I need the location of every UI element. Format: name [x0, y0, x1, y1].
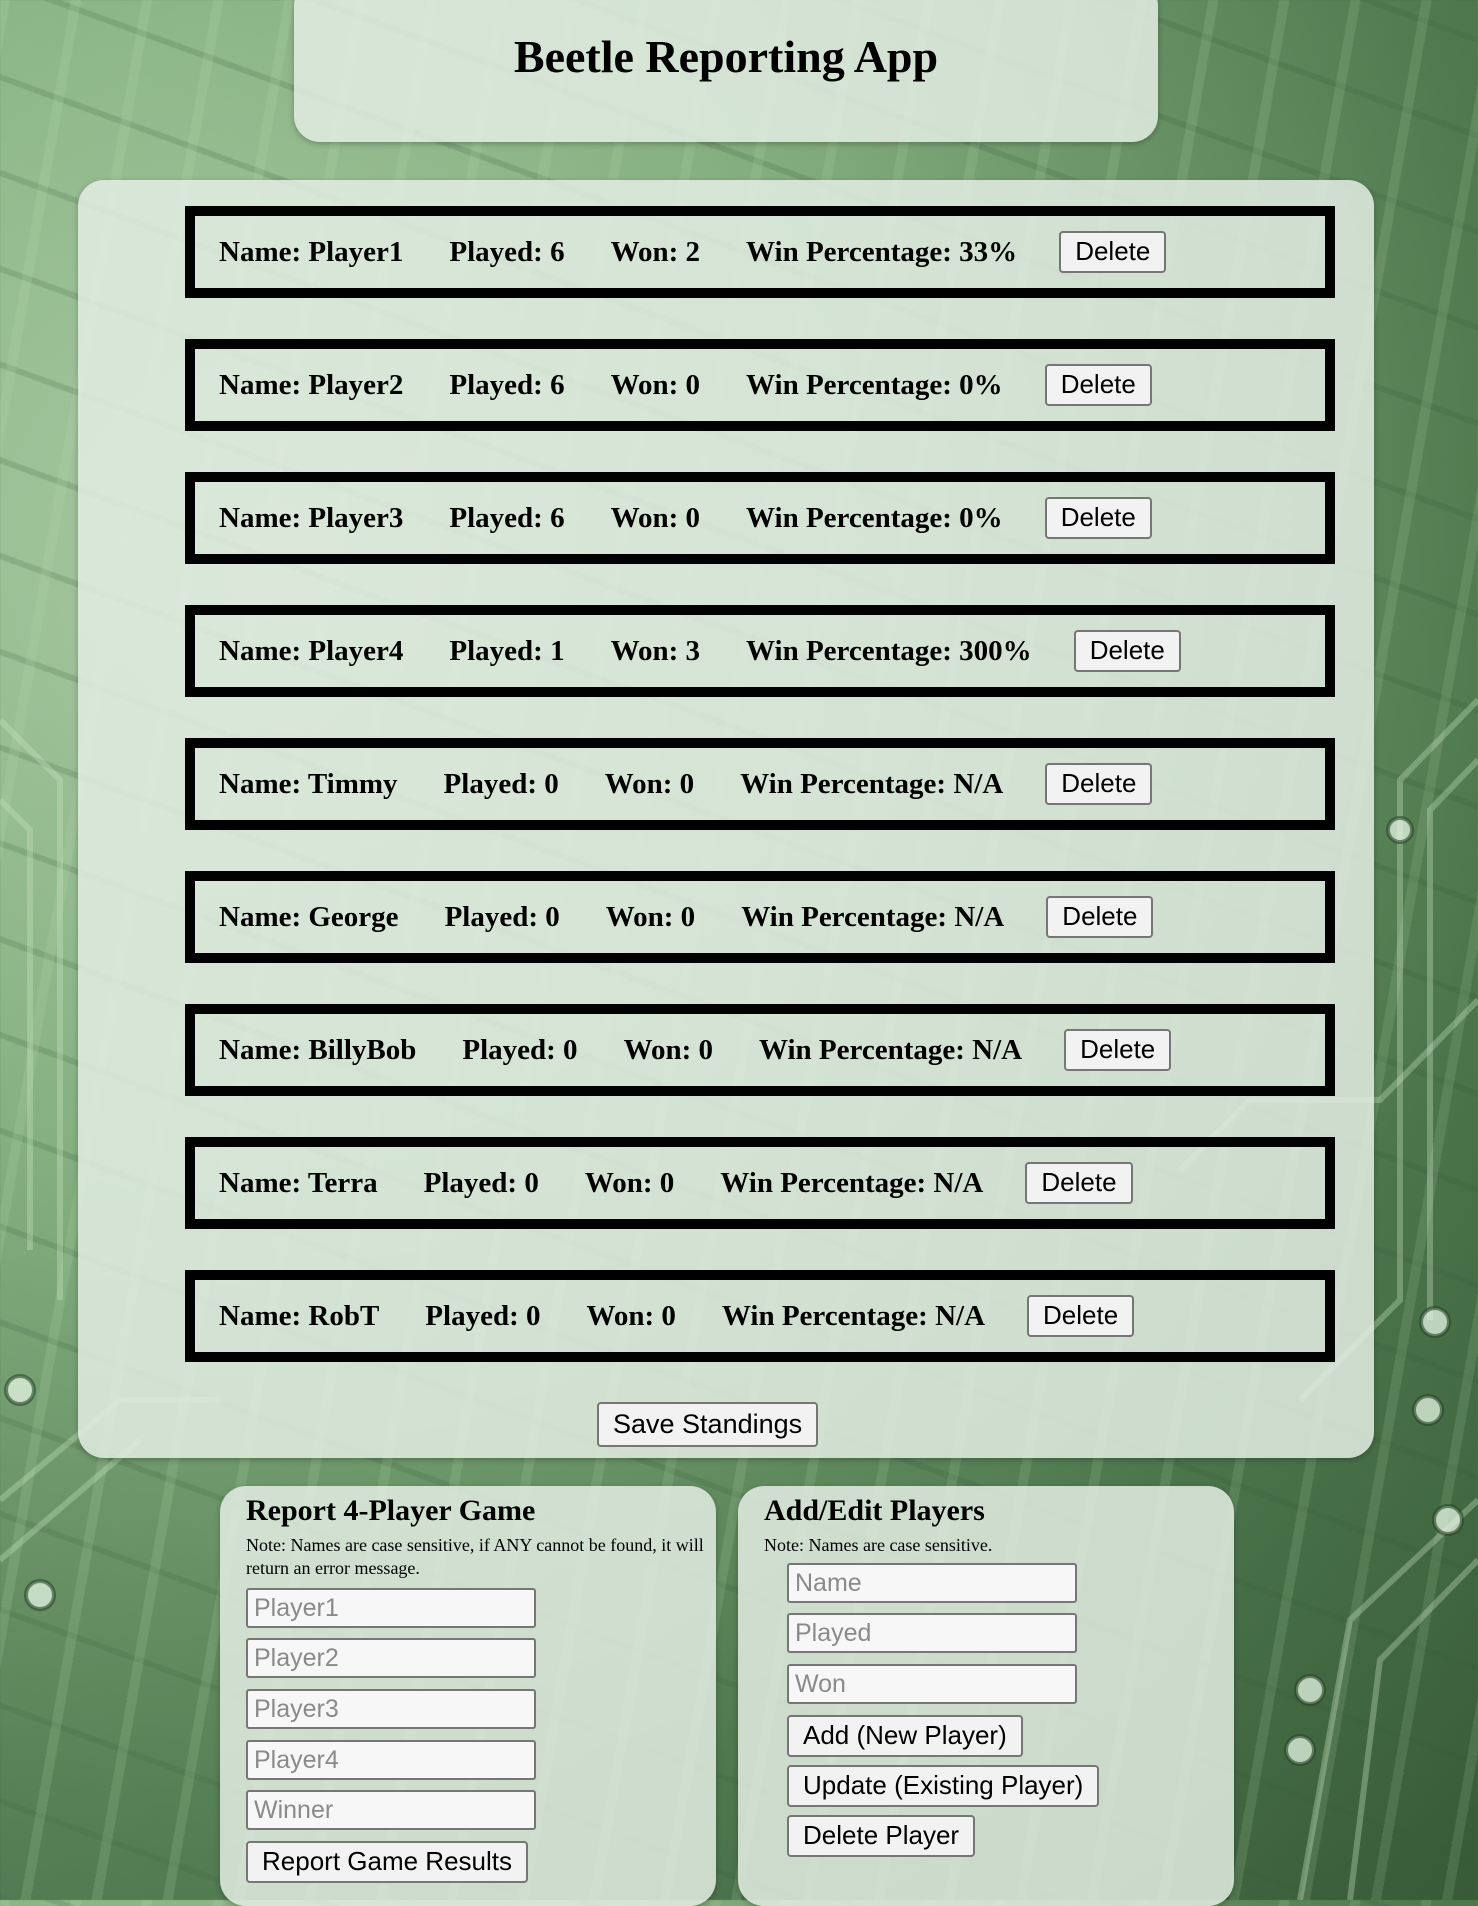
add-new-player-button[interactable]: Add (New Player)	[787, 1715, 1023, 1757]
player-name: Name: Terra	[219, 1166, 378, 1199]
player-name: Name: Player1	[219, 235, 404, 268]
player-name: Name: RobT	[219, 1299, 380, 1332]
player-win-percentage: Win Percentage: 300%	[746, 634, 1032, 667]
player-row: Name: George Played: 0 Won: 0 Win Percen…	[185, 871, 1335, 963]
delete-button[interactable]: Delete	[1044, 364, 1152, 406]
player-won: Won: 0	[605, 900, 696, 933]
player3-input[interactable]	[246, 1689, 536, 1729]
player-row: Name: Player3 Played: 6 Won: 0 Win Perce…	[185, 472, 1335, 564]
player-won: Won: 0	[610, 501, 701, 534]
report-game-panel: Report 4-Player Game Note: Names are cas…	[220, 1486, 716, 1906]
add-edit-players-panel: Add/Edit Players Note: Names are case se…	[738, 1486, 1234, 1906]
app-title: Beetle Reporting App	[513, 31, 939, 82]
player-played: Played: 0	[462, 1033, 578, 1066]
player1-input[interactable]	[246, 1588, 536, 1628]
update-existing-player-button[interactable]: Update (Existing Player)	[787, 1765, 1100, 1807]
player-win-percentage: Win Percentage: 0%	[746, 501, 1003, 534]
winner-input[interactable]	[246, 1790, 536, 1830]
player-name: Name: Player2	[219, 368, 404, 401]
delete-button[interactable]: Delete	[1046, 896, 1154, 938]
player-row: Name: BillyBob Played: 0 Won: 0 Win Perc…	[185, 1004, 1335, 1096]
player-row: Name: Player2 Played: 6 Won: 0 Win Perce…	[185, 339, 1335, 431]
player-won: Won: 0	[610, 368, 701, 401]
player-win-percentage: Win Percentage: N/A	[759, 1033, 1023, 1066]
report-game-title: Report 4-Player Game	[246, 1494, 536, 1527]
report-game-note: Note: Names are case sensitive, if ANY c…	[246, 1535, 704, 1578]
player-won: Won: 3	[610, 634, 701, 667]
player-win-percentage: Win Percentage: N/A	[740, 767, 1004, 800]
player-win-percentage: Win Percentage: N/A	[720, 1166, 984, 1199]
player-row: Name: Player4 Played: 1 Won: 3 Win Perce…	[185, 605, 1335, 697]
add-edit-players-title: Add/Edit Players	[764, 1494, 985, 1527]
player-played: Played: 6	[449, 368, 565, 401]
player-row: Name: Terra Played: 0 Won: 0 Win Percent…	[185, 1137, 1335, 1229]
player-won: Won: 0	[586, 1299, 676, 1332]
player-name: Name: George	[219, 900, 399, 933]
player-played: Played: 1	[449, 634, 565, 667]
name-input[interactable]	[787, 1563, 1077, 1603]
player4-input[interactable]	[246, 1740, 536, 1780]
player-played: Played: 6	[449, 235, 565, 268]
player-won: Won: 0	[584, 1166, 675, 1199]
player-win-percentage: Win Percentage: 33%	[746, 235, 1018, 268]
player-played: Played: 0	[443, 767, 559, 800]
player-name: Name: BillyBob	[219, 1033, 417, 1066]
add-edit-players-note: Note: Names are case sensitive.	[764, 1535, 993, 1555]
player-won: Won: 2	[610, 235, 701, 268]
delete-button[interactable]: Delete	[1027, 1295, 1135, 1337]
player-name: Name: Timmy	[219, 767, 398, 800]
player-row: Name: Player1 Played: 6 Won: 2 Win Perce…	[185, 206, 1335, 298]
delete-button[interactable]: Delete	[1059, 231, 1167, 273]
player-row: Name: RobT Played: 0 Won: 0 Win Percenta…	[185, 1270, 1335, 1362]
app-header: Beetle Reporting App	[294, 0, 1158, 142]
player-played: Played: 0	[425, 1299, 541, 1332]
player-win-percentage: Win Percentage: 0%	[746, 368, 1003, 401]
delete-button[interactable]: Delete	[1044, 497, 1152, 539]
player-played: Played: 0	[444, 900, 560, 933]
player-played: Played: 0	[423, 1166, 539, 1199]
delete-button[interactable]: Delete	[1064, 1029, 1172, 1071]
player-win-percentage: Win Percentage: N/A	[741, 900, 1005, 933]
delete-button[interactable]: Delete	[1045, 763, 1153, 805]
delete-button[interactable]: Delete	[1073, 630, 1181, 672]
player-row: Name: Timmy Played: 0 Won: 0 Win Percent…	[185, 738, 1335, 830]
delete-player-button[interactable]: Delete Player	[787, 1815, 976, 1857]
played-input[interactable]	[787, 1613, 1077, 1653]
player-name: Name: Player3	[219, 501, 404, 534]
standings-panel: Name: Player1 Played: 6 Won: 2 Win Perce…	[78, 180, 1374, 1458]
player-name: Name: Player4	[219, 634, 404, 667]
player-won: Won: 0	[604, 767, 695, 800]
save-standings-button[interactable]: Save Standings	[597, 1402, 819, 1448]
won-input[interactable]	[787, 1664, 1077, 1704]
player-won: Won: 0	[623, 1033, 713, 1066]
player2-input[interactable]	[246, 1638, 536, 1678]
player-played: Played: 6	[449, 501, 565, 534]
player-win-percentage: Win Percentage: N/A	[721, 1299, 986, 1332]
delete-button[interactable]: Delete	[1025, 1162, 1133, 1204]
report-game-results-button[interactable]: Report Game Results	[246, 1841, 528, 1883]
